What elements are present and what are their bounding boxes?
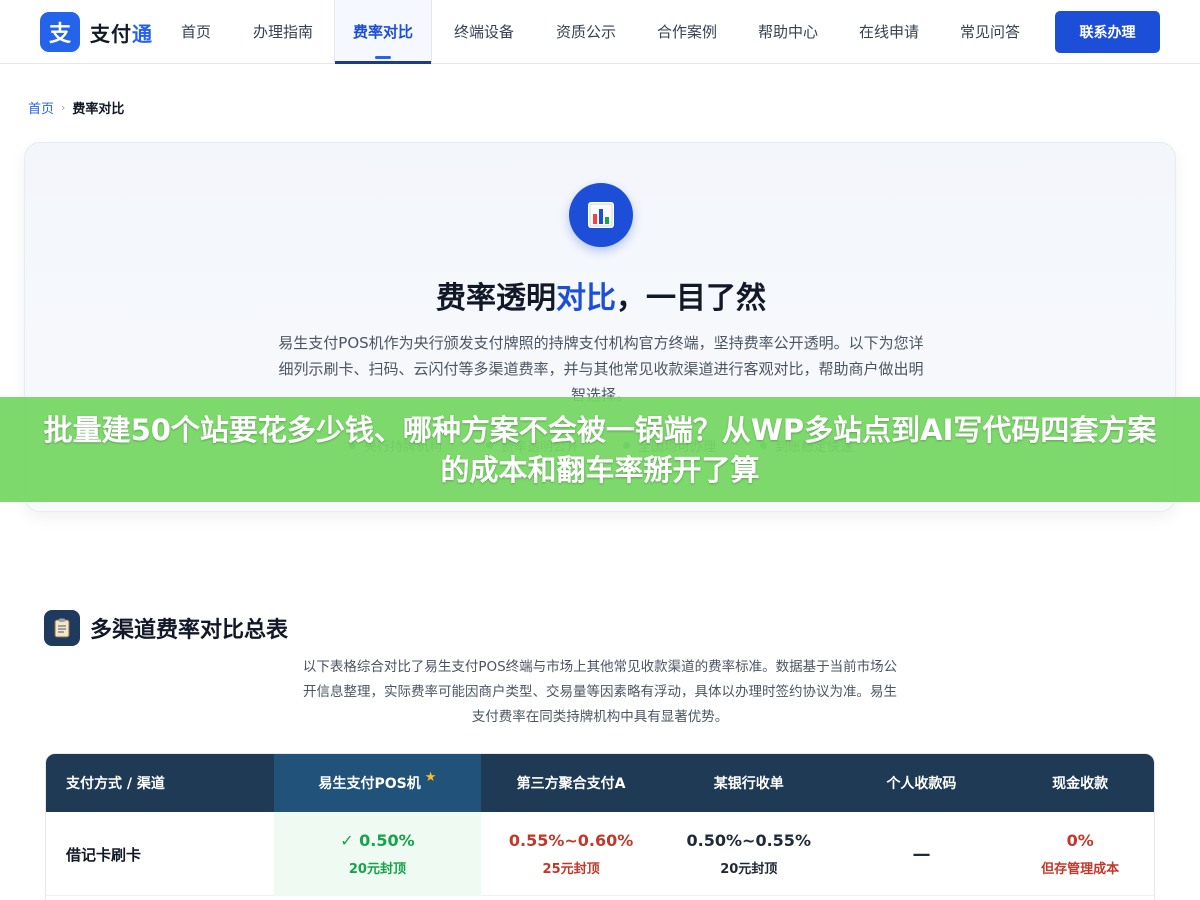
nav-item-8[interactable]: 常见问答 [940,0,1040,63]
top-header: 支 支付通 首页 办理指南 费率对比 终端设备 资质公示 合作案例 帮助中心 在线申请 常见问答… [0,0,1200,64]
rate-comparison-table: 支付方式 / 渠道 易生支付POS机 ★ 第三方聚合支付A 某银行收单 个人收款码 现金收款… [45,753,1155,900]
table-cell: 0.55%~0.60% 25元封顶 [508,831,634,877]
site-logo[interactable]: 支 支付通 [40,12,153,52]
logo-text: 支付通 [90,21,153,46]
breadcrumb-home-link[interactable]: 首页 [28,98,54,117]
hero-title: 费率透明对比，一目了然 [436,281,766,316]
column-header-5: 现金收款 [1052,776,1109,792]
table-body: 借记卡刷卡 ✓ 0.50% 20元封顶 0.55%~0.60% 25元封顶 0.50%~0… [46,812,1154,896]
nav-item-1[interactable]: 办理指南 [232,0,334,63]
table-cell: 0% 但存管理成本 [1041,831,1120,877]
nav-item-7[interactable]: 在线申请 [838,0,940,63]
article-banner[interactable]: 批量建50个站要花多少钱、哪种方案不会被一锅端？从WP多站点到AI写代码四套方案… [0,397,1200,502]
breadcrumb-separator-icon: › [61,101,66,114]
breadcrumb-current: 费率对比 [72,102,125,117]
contact-button[interactable]: 联系办理 [1055,11,1160,53]
star-icon: ★ [424,769,437,785]
nav-item-5[interactable]: 合作案例 [636,0,738,63]
breadcrumb: 首页 › 费率对比 [28,98,124,117]
table-row: 借记卡刷卡 ✓ 0.50% 20元封顶 0.55%~0.60% 25元封顶 0.50%~0… [46,812,1154,896]
table-cell: 0.50%~0.55% 20元封顶 [686,831,811,877]
section-title: 多渠道费率对比总表 [90,618,289,643]
table-cell: — [912,843,931,865]
column-header-1: 易生支付POS机 ★ [273,754,482,812]
section-heading: 多渠道费率对比总表 [44,610,288,646]
column-header-0: 支付方式 / 渠道 [66,776,165,792]
nav-item-3[interactable]: 终端设备 [432,0,536,63]
column-header-2: 第三方聚合支付A [516,776,626,792]
main-nav: 首页 办理指南 费率对比 终端设备 资质公示 合作案例 帮助中心 在线申请 常见问答 [160,0,1040,64]
bar-chart-icon [569,183,633,247]
column-header-4: 个人收款码 [886,776,957,792]
clipboard-icon [44,610,80,646]
table-header: 支付方式 / 渠道 易生支付POS机 ★ 第三方聚合支付A 某银行收单 个人收款码 现金收款 [46,754,1154,812]
column-header-3: 某银行收单 [713,776,784,792]
section-description: 以下表格综合对比了易生支付POS终端与市场上其他常见收款渠道的费率标准。数据基于… [302,659,898,725]
table-cell: ✓ 0.50% 20元封顶 [273,812,482,896]
logo-mark-icon: 支 [40,12,80,52]
nav-item-4[interactable]: 资质公示 [536,0,636,63]
nav-item-0[interactable]: 首页 [160,0,232,63]
row-label: 借记卡刷卡 [66,845,142,864]
nav-item-2[interactable]: 费率对比 [334,0,432,64]
nav-item-6[interactable]: 帮助中心 [738,0,838,63]
banner-text: 批量建50个站要花多少钱、哪种方案不会被一锅端？从WP多站点到AI写代码四套方案… [43,412,1157,487]
